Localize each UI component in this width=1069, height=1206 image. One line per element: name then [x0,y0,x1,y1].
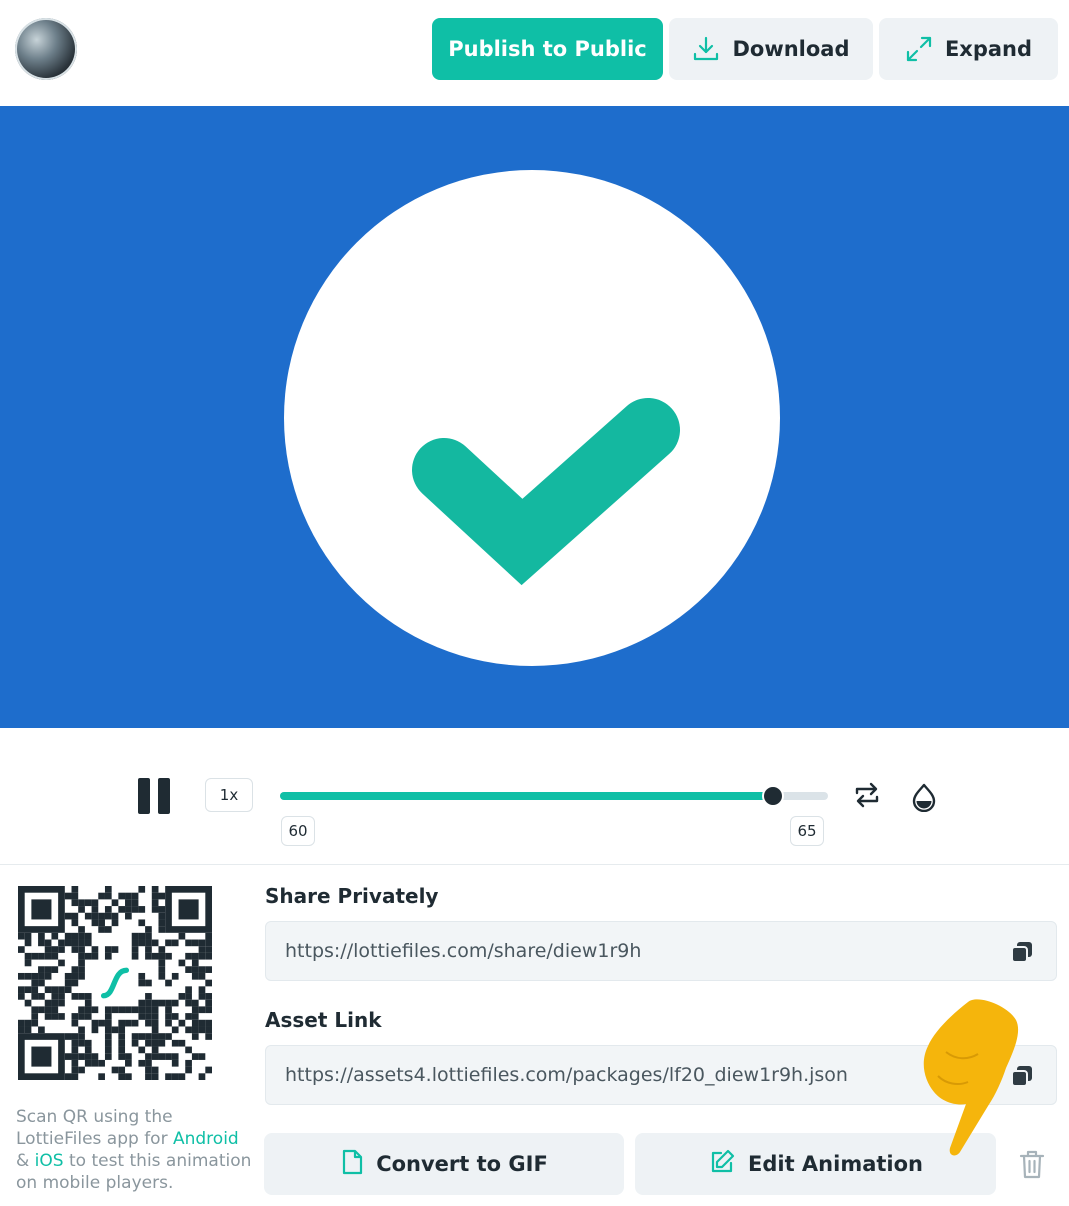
pointing-hand-icon [923,999,1019,1156]
pause-icon[interactable] [138,778,172,814]
success-circle [284,170,780,666]
animation-preview[interactable] [0,106,1069,728]
expand-icon [905,35,933,63]
asset-link-input[interactable] [285,1064,985,1086]
speed-selector[interactable]: 1x [205,778,253,812]
expand-button[interactable]: Expand [879,18,1058,80]
expand-label: Expand [944,37,1033,61]
frame-start: 60 [281,816,315,846]
timeline-progress [280,792,774,800]
file-icon [340,1148,364,1181]
qr-caption-text: Scan QR using the LottieFiles app for [16,1107,173,1149]
asset-link-label: Asset Link [265,1008,382,1032]
qr-caption: Scan QR using the LottieFiles app for An… [16,1106,256,1194]
divider [0,864,1069,865]
publish-to-public-button[interactable]: Publish to Public [432,18,663,80]
download-icon [692,35,720,63]
frame-end: 65 [790,816,824,846]
download-label: Download [732,37,850,61]
avatar[interactable] [15,18,77,80]
share-link-input[interactable] [285,940,985,962]
background-color-icon[interactable] [910,782,938,816]
player-controls: 1x 60 65 [0,728,1069,864]
copy-icon[interactable] [1010,940,1034,968]
timeline-handle[interactable] [762,785,785,807]
share-link-field[interactable] [265,921,1057,981]
edit-animation-label: Edit Animation [748,1152,923,1176]
convert-gif-label: Convert to GIF [376,1152,548,1176]
loop-icon[interactable] [853,780,881,814]
convert-to-gif-button[interactable]: Convert to GIF [264,1133,624,1195]
qr-code[interactable] [18,886,212,1080]
share-privately-label: Share Privately [265,884,439,908]
checkmark-icon [412,398,680,586]
top-bar: Publish to Public Download Expand [0,0,1069,106]
publish-label: Publish to Public [448,37,647,61]
timeline-slider[interactable] [280,785,828,807]
download-button[interactable]: Download [669,18,873,80]
qr-caption-amp: & [16,1151,35,1171]
android-link[interactable]: Android [173,1129,239,1149]
ios-link[interactable]: iOS [35,1151,64,1171]
edit-icon [708,1148,736,1181]
